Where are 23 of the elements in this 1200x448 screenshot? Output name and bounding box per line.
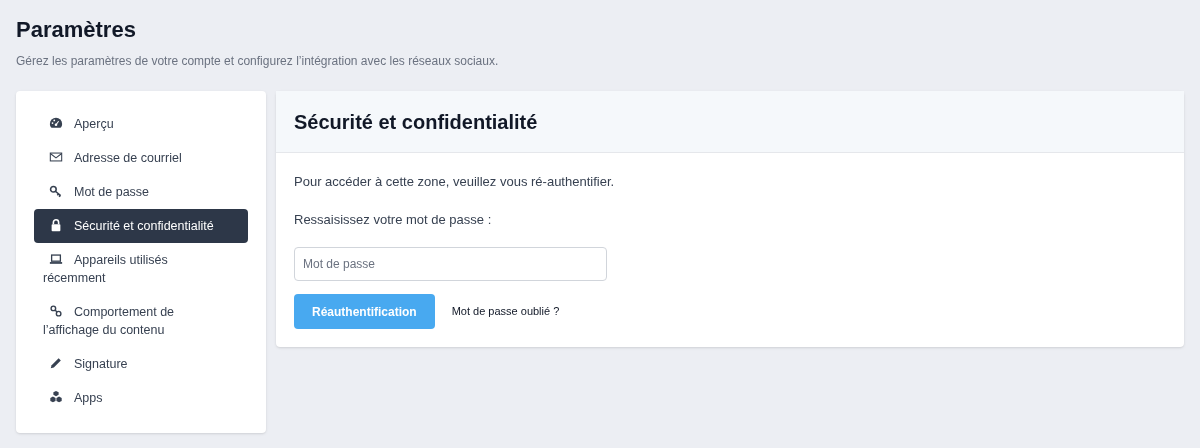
sidebar-item[interactable]: Aperçu [34,107,248,141]
sidebar-item[interactable]: Adresse de courriel [34,141,248,175]
link-icon [49,304,63,318]
envelope-icon [49,150,63,164]
sidebar-item[interactable]: Mot de passe [34,175,248,209]
lock-icon [49,218,63,232]
gauge-icon [49,116,63,130]
panel-title: Sécurité et confidentialité [294,109,538,135]
password-field[interactable]: Mot de passe [294,247,607,281]
pencil-icon [49,356,63,370]
cubes-icon [49,390,63,404]
page-title: Paramètres [16,16,136,44]
sidebar-item[interactable]: Comportement de l’affichage du contenu [34,295,248,347]
field-label: Ressaisissez votre mot de passe : [294,210,492,229]
sidebar-item[interactable]: Apps [34,381,248,415]
sidebar-item[interactable]: Appareils utilisés récemment [34,243,248,295]
sidebar-item[interactable]: Sécurité et confidentialité [34,209,248,243]
key-icon [49,184,63,198]
page-subtitle: Gérez les paramètres de votre compte et configurez l’intégration avec les réseaux sociaux. [16,53,499,70]
laptop-icon [49,252,63,266]
info-text: Pour accéder à cette zone, veuillez vous ré-authentifier. [294,173,615,191]
forgot-password-link[interactable]: Mot de passe oublié ? [451,303,560,320]
sidebar-item[interactable]: Signature [34,347,248,381]
